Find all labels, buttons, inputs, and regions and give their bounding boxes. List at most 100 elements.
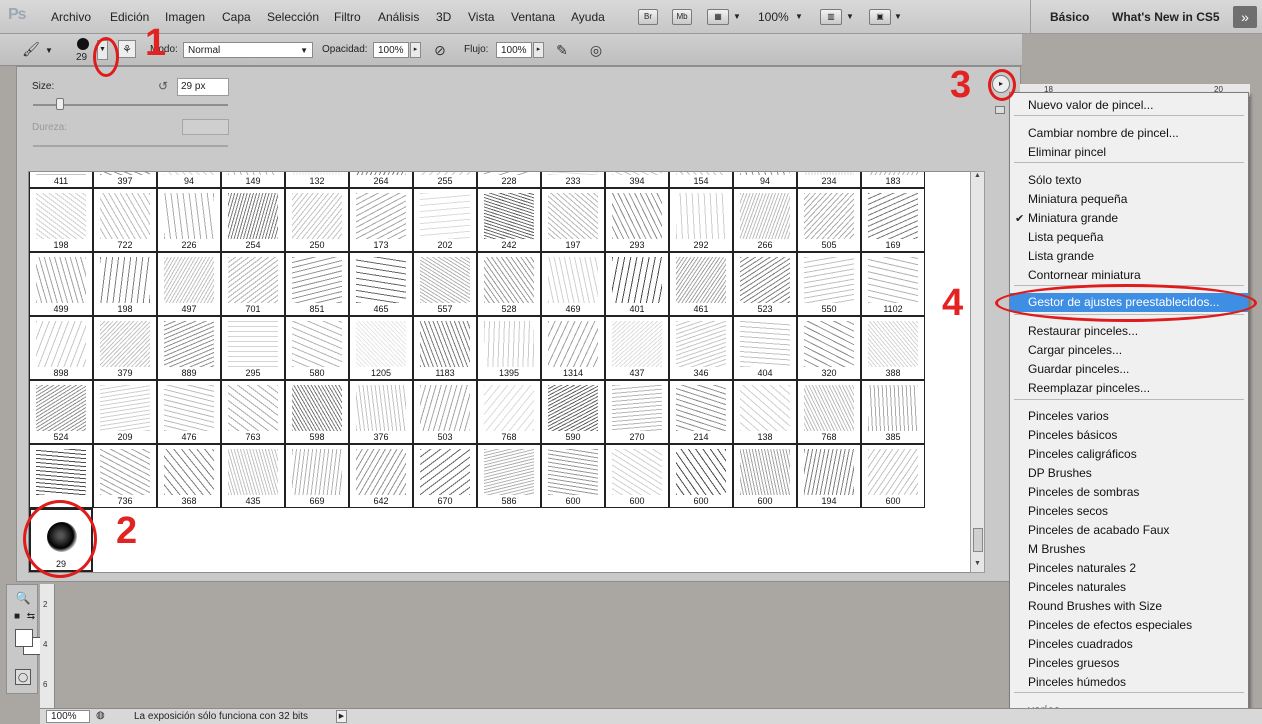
menu-item[interactable]: Guardar pinceles...: [1010, 360, 1248, 379]
brush-thumbnail[interactable]: 497: [157, 252, 221, 316]
scroll-up-icon[interactable]: ▲: [971, 172, 984, 184]
brush-thumbnail[interactable]: 461: [669, 252, 733, 316]
brush-thumbnail[interactable]: 132: [285, 172, 349, 188]
brush-tool-icon[interactable]: 🖌: [22, 40, 40, 58]
brush-thumbnail[interactable]: 250: [285, 188, 349, 252]
brush-thumbnail[interactable]: 376: [349, 380, 413, 444]
more-workspaces-icon[interactable]: »: [1233, 6, 1257, 28]
brush-thumbnail[interactable]: 401: [605, 252, 669, 316]
brush-thumbnail[interactable]: 346: [669, 316, 733, 380]
menu-item[interactable]: Nuevo valor de pincel...: [1010, 96, 1248, 115]
brush-thumbnail[interactable]: 209: [93, 380, 157, 444]
opacity-input[interactable]: 100%: [373, 42, 409, 58]
menu-item[interactable]: Cargar pinceles...: [1010, 341, 1248, 360]
brush-thumbnail[interactable]: 154: [669, 172, 733, 188]
menu-item[interactable]: DP Brushes: [1010, 464, 1248, 483]
menu-item[interactable]: Lista pequeña: [1010, 228, 1248, 247]
brush-thumbnail[interactable]: 233: [541, 172, 605, 188]
menu-item[interactable]: Cambiar nombre de pincel...: [1010, 124, 1248, 143]
flow-input[interactable]: 100%: [496, 42, 532, 58]
menu-edicion[interactable]: Edición: [110, 10, 149, 24]
brush-thumbnail[interactable]: 94: [157, 172, 221, 188]
brush-thumbnail[interactable]: 763: [221, 380, 285, 444]
pressure-size-icon[interactable]: ◎: [587, 41, 605, 59]
brush-thumbnail[interactable]: 270: [605, 380, 669, 444]
brush-thumbnail[interactable]: 1102: [861, 252, 925, 316]
brush-thumbnail[interactable]: 226: [157, 188, 221, 252]
menu-ayuda[interactable]: Ayuda: [571, 10, 605, 24]
status-menu-button[interactable]: ▶: [336, 710, 347, 723]
brush-thumbnail[interactable]: 320: [797, 316, 861, 380]
brush-thumbnail[interactable]: 523: [733, 252, 797, 316]
screen-mode-icon[interactable]: ▣: [869, 9, 891, 25]
brush-thumbnail[interactable]: 197: [541, 188, 605, 252]
menu-ventana[interactable]: Ventana: [511, 10, 555, 24]
brush-thumbnail[interactable]: 851: [285, 252, 349, 316]
scrollbar-thumb[interactable]: [973, 528, 983, 552]
brush-thumbnail[interactable]: 368: [157, 444, 221, 508]
brush-thumbnail[interactable]: 198: [93, 252, 157, 316]
workspace-whats-new[interactable]: What's New in CS5: [1112, 10, 1220, 24]
brush-thumbnail[interactable]: 394: [605, 172, 669, 188]
brush-thumbnail[interactable]: 600: [605, 444, 669, 508]
brush-thumbnail[interactable]: 669: [285, 444, 349, 508]
brush-thumbnail[interactable]: 254: [221, 188, 285, 252]
swap-colors-icon[interactable]: ⇆: [23, 611, 39, 627]
menu-item[interactable]: Eliminar pincel: [1010, 143, 1248, 162]
brush-thumbnail[interactable]: 528: [477, 252, 541, 316]
brush-thumbnail[interactable]: 465: [349, 252, 413, 316]
brush-thumbnail[interactable]: 292: [669, 188, 733, 252]
scroll-down-icon[interactable]: ▼: [971, 560, 984, 572]
brush-thumbnail[interactable]: 173: [349, 188, 413, 252]
menu-item[interactable]: Restaurar pinceles...: [1010, 322, 1248, 341]
brush-thumbnail[interactable]: 169: [861, 188, 925, 252]
chevron-down-icon[interactable]: ▼: [45, 46, 53, 55]
menu-item[interactable]: Pinceles caligráficos: [1010, 445, 1248, 464]
menu-archivo[interactable]: Archivo: [51, 10, 91, 24]
menu-capa[interactable]: Capa: [222, 10, 251, 24]
brush-thumbnail[interactable]: 183: [861, 172, 925, 188]
brush-thumbnail[interactable]: 138: [733, 380, 797, 444]
brush-thumbnail[interactable]: 379: [93, 316, 157, 380]
menu-item[interactable]: Pinceles naturales 2: [1010, 559, 1248, 578]
brush-thumbnail[interactable]: 889: [157, 316, 221, 380]
menu-seleccion[interactable]: Selección: [267, 10, 319, 24]
brush-thumbnail[interactable]: 600: [669, 444, 733, 508]
foreground-color-swatch[interactable]: [15, 629, 33, 647]
brush-thumbnail[interactable]: 1314: [541, 316, 605, 380]
view-extras-icon[interactable]: ▦: [707, 9, 729, 25]
brush-thumbnail[interactable]: 435: [221, 444, 285, 508]
brush-thumbnail[interactable]: 722: [93, 188, 157, 252]
menu-item[interactable]: Pinceles naturales: [1010, 578, 1248, 597]
menu-imagen[interactable]: Imagen: [165, 10, 205, 24]
brush-thumbnail[interactable]: 385: [861, 380, 925, 444]
mini-bridge-button[interactable]: Mb: [672, 9, 692, 25]
brush-thumbnail[interactable]: 255: [413, 172, 477, 188]
brush-thumbnail[interactable]: 600: [861, 444, 925, 508]
menu-item[interactable]: Pinceles de acabado Faux: [1010, 521, 1248, 540]
brush-thumbnail[interactable]: 550: [797, 252, 861, 316]
chevron-down-icon[interactable]: ▼: [733, 12, 741, 21]
brush-thumbnail[interactable]: 557: [413, 252, 477, 316]
menu-item[interactable]: Pinceles básicos: [1010, 426, 1248, 445]
menu-item[interactable]: Pinceles húmedos: [1010, 673, 1248, 692]
brush-thumbnail[interactable]: 670: [413, 444, 477, 508]
reset-size-icon[interactable]: ↺: [158, 79, 168, 93]
menu-item[interactable]: Pinceles varios: [1010, 407, 1248, 426]
mode-select[interactable]: Normal ▼: [183, 42, 313, 58]
airbrush-icon[interactable]: ✎: [553, 41, 571, 59]
zoom-tool-icon[interactable]: 🔍: [15, 591, 31, 607]
opacity-slider-button[interactable]: ▸: [410, 42, 421, 58]
menu-item[interactable]: Pinceles de efectos especiales: [1010, 616, 1248, 635]
brush-thumbnail[interactable]: 1395: [477, 316, 541, 380]
bridge-button[interactable]: Br: [638, 9, 658, 25]
brush-thumbnail[interactable]: 600: [541, 444, 605, 508]
pressure-opacity-icon[interactable]: ⊘: [431, 41, 449, 59]
menu-item[interactable]: Pinceles gruesos: [1010, 654, 1248, 673]
menu-item[interactable]: Contornear miniatura: [1010, 266, 1248, 285]
brush-thumbnail[interactable]: 234: [797, 172, 861, 188]
brush-thumbnail[interactable]: 1205: [349, 316, 413, 380]
brush-thumbnail[interactable]: 266: [733, 188, 797, 252]
brush-thumbnail[interactable]: 499: [29, 252, 93, 316]
chevron-down-icon[interactable]: ▼: [846, 12, 854, 21]
